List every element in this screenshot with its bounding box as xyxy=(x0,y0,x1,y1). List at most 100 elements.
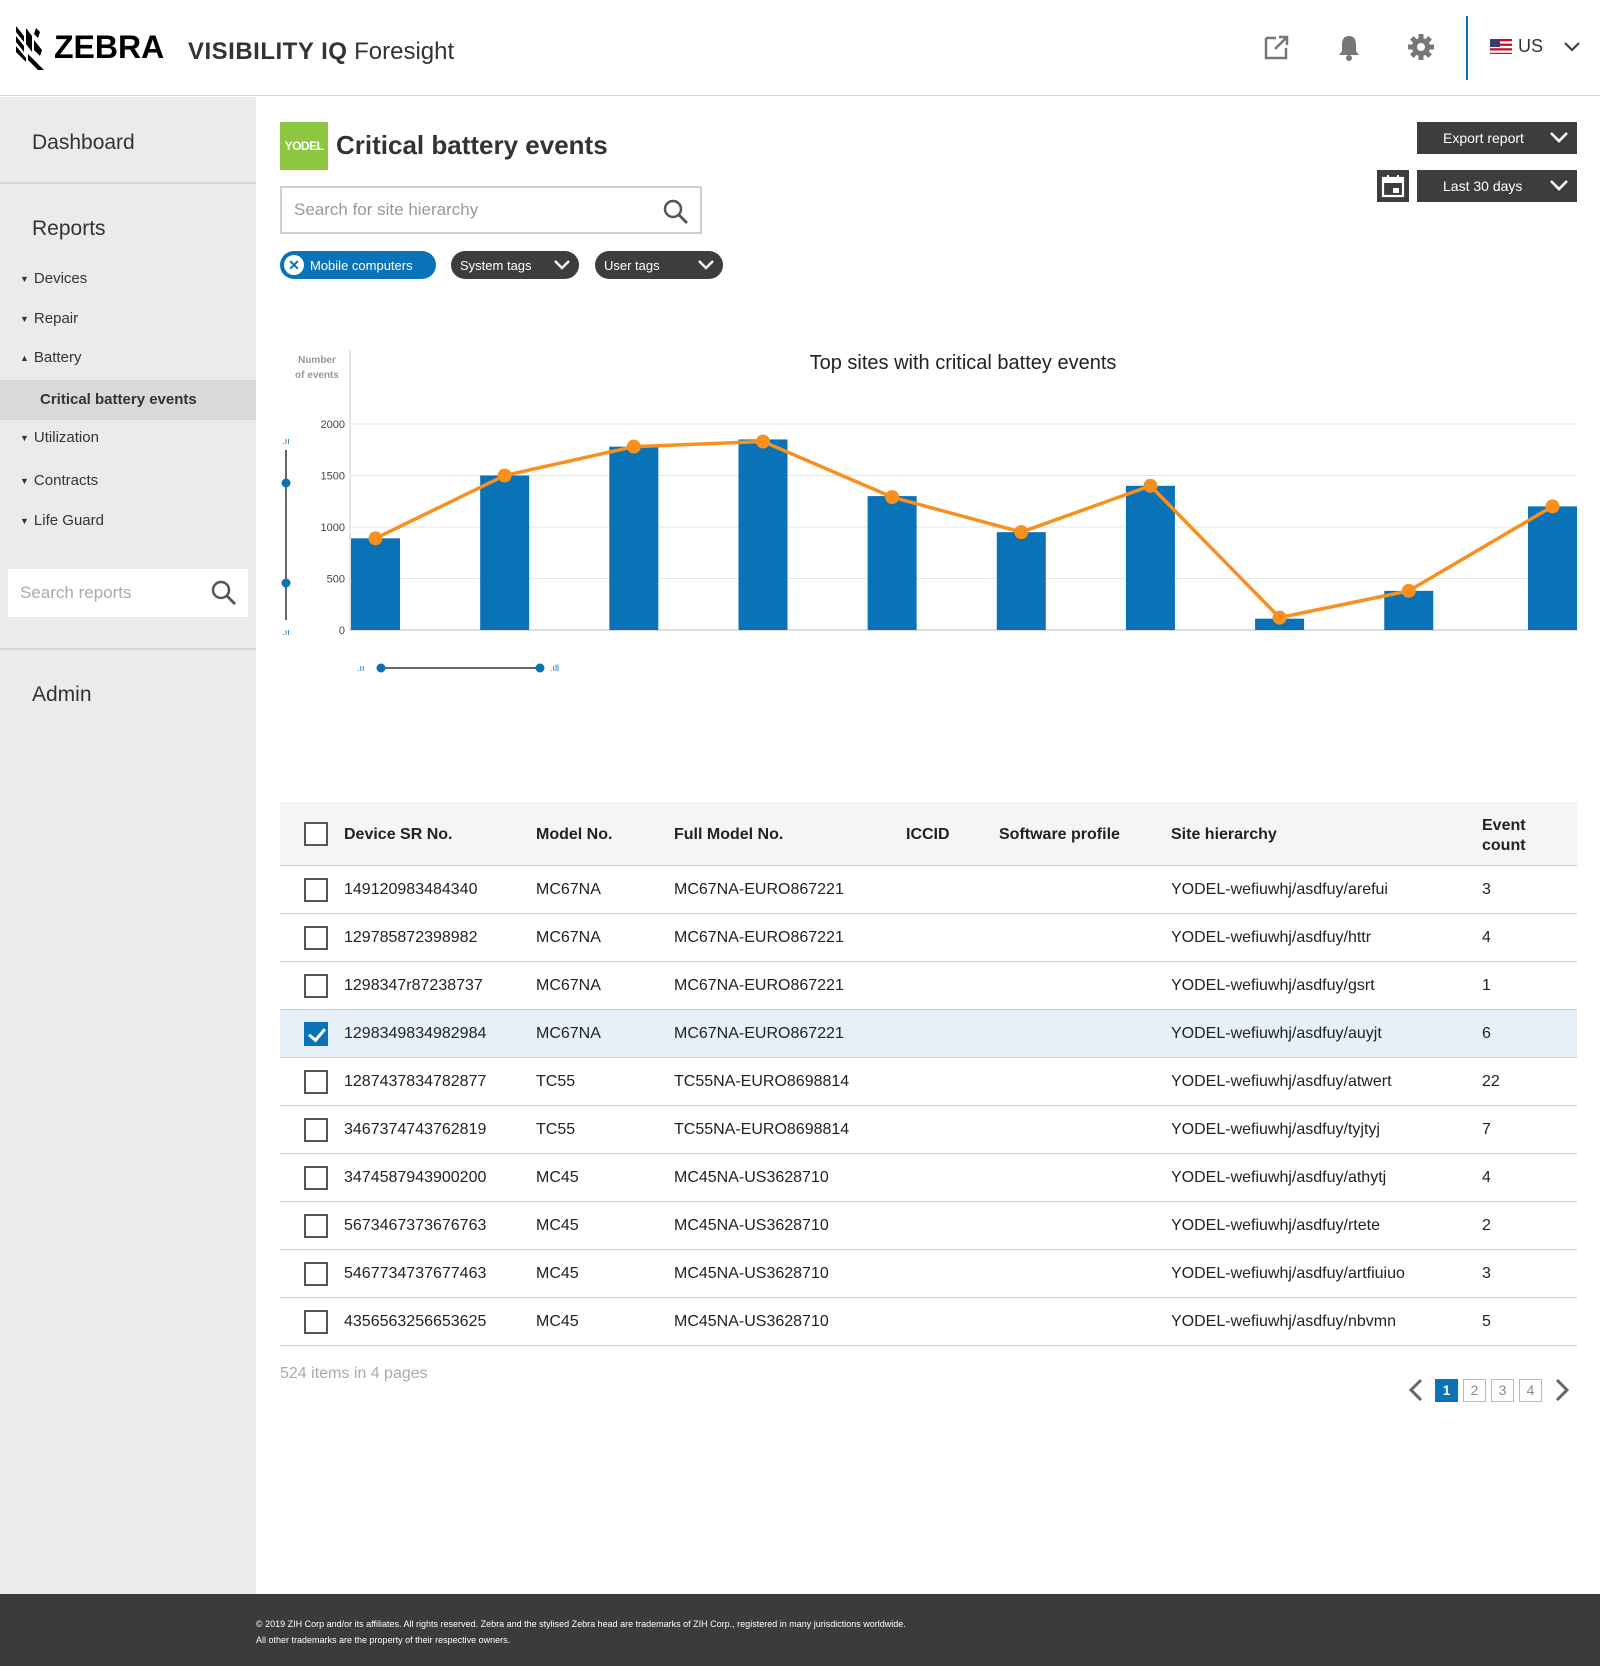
table-row[interactable]: 3467374743762819 TC55 TC55NA-EURO8698814 YO… xyxy=(280,1106,1577,1154)
y-tick-label: 500 xyxy=(327,574,345,586)
cell-model: MC45 xyxy=(536,1169,579,1186)
x-range-max-icon: .ıll xyxy=(550,663,559,673)
bar xyxy=(867,496,917,630)
cell-site-hierarchy: YODEL-wefiuwhj/asdfuy/gsrt xyxy=(1171,977,1375,994)
table-row[interactable]: 3474587943900200 MC45 MC45NA-US3628710 YODE… xyxy=(280,1154,1577,1202)
row-checkbox[interactable] xyxy=(304,1214,328,1238)
export-report-button[interactable]: Export report xyxy=(1417,122,1577,154)
column-event-count[interactable]: Event count xyxy=(1482,816,1526,856)
footer: © 2019 ZIH Corp and/or its affiliates. A… xyxy=(0,1594,1600,1666)
report-search-input[interactable] xyxy=(20,583,210,603)
y-axis-label: Number xyxy=(298,355,336,366)
y-range-min-icon: .ıı xyxy=(282,627,290,637)
column-device-sr[interactable]: Device SR No. xyxy=(344,826,452,844)
cell-device-sr: 149120983484340 xyxy=(344,881,478,898)
table-row[interactable]: 4356563256653625 MC45 MC45NA-US3628710 YODE… xyxy=(280,1298,1577,1346)
column-model[interactable]: Model No. xyxy=(536,826,612,844)
row-checkbox[interactable] xyxy=(304,878,328,902)
customer-logo: YODEL xyxy=(280,122,328,170)
cell-event-count: 6 xyxy=(1482,1025,1491,1042)
y-range-slider-handle xyxy=(281,478,291,488)
cell-model: MC45 xyxy=(536,1265,579,1282)
sidebar-item-utilization[interactable]: ▼ Utilization xyxy=(20,429,99,446)
bell-icon[interactable] xyxy=(1334,32,1364,62)
table-row[interactable]: 1298349834982984 MC67NA MC67NA-EURO867221 Y… xyxy=(280,1010,1577,1058)
cell-full-model: MC67NA-EURO867221 xyxy=(674,977,844,994)
cell-event-count: 7 xyxy=(1482,1121,1491,1138)
row-checkbox[interactable] xyxy=(304,974,328,998)
zebra-logo[interactable]: ZEBRA xyxy=(14,22,164,72)
trademark-text: All other trademarks are the property of… xyxy=(256,1635,511,1645)
page-button[interactable]: 2 xyxy=(1463,1378,1486,1402)
table-row[interactable]: 129785872398982 MC67NA MC67NA-EURO867221 YO… xyxy=(280,914,1577,962)
calendar-button[interactable] xyxy=(1377,170,1409,202)
select-all-checkbox[interactable] xyxy=(304,822,328,846)
row-checkbox[interactable] xyxy=(304,1070,328,1094)
chevron-left-icon[interactable] xyxy=(1405,1377,1429,1403)
sidebar-item-contracts[interactable]: ▼ Contracts xyxy=(20,472,98,489)
column-iccid[interactable]: ICCID xyxy=(906,826,950,844)
cell-device-sr: 129785872398982 xyxy=(344,929,478,946)
cell-model: MC67NA xyxy=(536,1025,601,1042)
header-divider xyxy=(1466,16,1468,80)
cell-model: TC55 xyxy=(536,1121,576,1138)
filter-chip-mobile-computers[interactable]: ✕ Mobile computers xyxy=(280,251,436,279)
line-point xyxy=(1014,525,1029,540)
bar xyxy=(609,446,659,630)
page-buttons: 1234 xyxy=(1435,1378,1547,1402)
gear-icon[interactable] xyxy=(1406,32,1436,62)
column-site-hierarchy[interactable]: Site hierarchy xyxy=(1171,826,1277,844)
cell-site-hierarchy: YODEL-wefiuwhj/asdfuy/rtete xyxy=(1171,1217,1380,1234)
locale-selector[interactable]: US xyxy=(1490,36,1581,57)
column-full-model[interactable]: Full Model No. xyxy=(674,826,783,844)
sidebar-divider xyxy=(0,648,256,650)
column-software-profile[interactable]: Software profile xyxy=(999,826,1120,844)
sidebar-admin[interactable]: Admin xyxy=(32,683,92,707)
table-row[interactable]: 5673467373676763 MC45 MC45NA-US3628710 YODE… xyxy=(280,1202,1577,1250)
table-row[interactable]: 149120983484340 MC67NA MC67NA-EURO867221 YO… xyxy=(280,866,1577,914)
date-range-dropdown[interactable]: Last 30 days xyxy=(1417,170,1577,202)
caret-down-icon: ▼ xyxy=(20,432,29,443)
cell-device-sr: 5467734737677463 xyxy=(344,1265,487,1282)
cell-model: MC45 xyxy=(536,1313,579,1330)
search-icon[interactable] xyxy=(210,579,238,607)
sidebar-item-devices[interactable]: ▼ Devices xyxy=(20,270,87,287)
row-checkbox[interactable] xyxy=(304,1166,328,1190)
table-row[interactable]: 1287437834782877 TC55 TC55NA-EURO8698814 YO… xyxy=(280,1058,1577,1106)
row-checkbox[interactable] xyxy=(304,1118,328,1142)
y-tick-label: 1500 xyxy=(321,471,345,483)
cell-full-model: MC67NA-EURO867221 xyxy=(674,1025,844,1042)
user-tags-dropdown[interactable]: User tags xyxy=(595,251,723,279)
site-search-input[interactable] xyxy=(294,200,644,220)
sidebar-item-repair[interactable]: ▼ Repair xyxy=(20,310,78,327)
row-checkbox[interactable] xyxy=(304,1310,328,1334)
x-range-slider-handle xyxy=(376,663,386,673)
cell-device-sr: 4356563256653625 xyxy=(344,1313,487,1330)
sidebar-reports[interactable]: Reports xyxy=(32,217,106,241)
remove-filter-icon[interactable]: ✕ xyxy=(284,255,304,275)
page-button[interactable]: 4 xyxy=(1519,1378,1542,1402)
table-row[interactable]: 5467734737677463 MC45 MC45NA-US3628710 YODE… xyxy=(280,1250,1577,1298)
devices-table: Device SR No. Model No. Full Model No. I… xyxy=(280,802,1577,1346)
row-checkbox[interactable] xyxy=(304,926,328,950)
site-hierarchy-search xyxy=(280,186,702,234)
x-range-slider-handle xyxy=(535,663,545,673)
search-icon[interactable] xyxy=(662,198,690,226)
battery-events-chart: Number of events 0 500 1000 1500 2000 .ıı .ıı .ıı… xyxy=(281,350,1577,673)
sidebar-subitem-critical-battery-events[interactable]: Critical battery events xyxy=(40,391,197,408)
us-flag-icon xyxy=(1490,39,1512,54)
cell-device-sr: 1287437834782877 xyxy=(344,1073,487,1090)
external-link-icon[interactable] xyxy=(1262,32,1292,62)
page-button[interactable]: 3 xyxy=(1491,1378,1514,1402)
sidebar-dashboard[interactable]: Dashboard xyxy=(32,131,135,155)
sidebar-item-life-guard[interactable]: ▼ Life Guard xyxy=(20,512,104,529)
table-row[interactable]: 1298347r87238737 MC67NA MC67NA-EURO867221 Y… xyxy=(280,962,1577,1010)
cell-device-sr: 5673467373676763 xyxy=(344,1217,487,1234)
system-tags-dropdown[interactable]: System tags xyxy=(451,251,579,279)
top-header: ZEBRA VISIBILITY IQ Foresight US xyxy=(0,0,1600,96)
page-button[interactable]: 1 xyxy=(1435,1378,1458,1402)
line-point xyxy=(626,439,641,454)
row-checkbox[interactable] xyxy=(304,1022,328,1046)
chevron-right-icon[interactable] xyxy=(1549,1377,1573,1403)
row-checkbox[interactable] xyxy=(304,1262,328,1286)
